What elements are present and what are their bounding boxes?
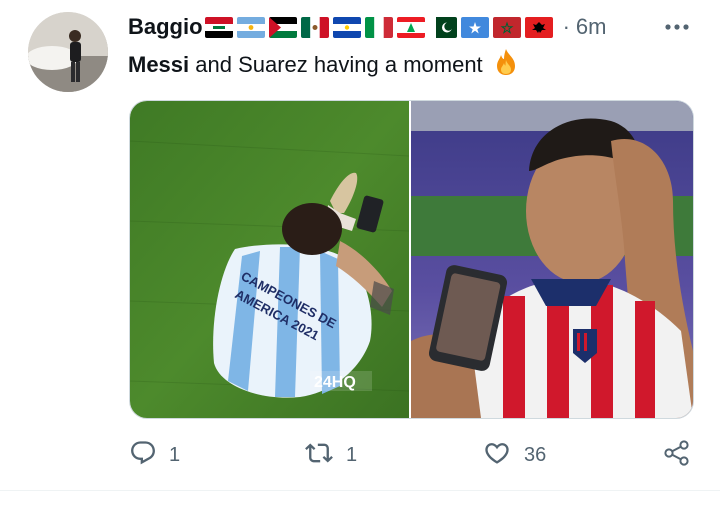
reply-button[interactable]: 1 bbox=[129, 438, 180, 472]
fire-emoji-icon bbox=[493, 48, 519, 85]
messi-on-field-photo[interactable]: CAMPEONES DE AMERICA 2021 24HQ bbox=[130, 101, 409, 418]
el-salvador-flag-icon bbox=[332, 16, 361, 38]
tweet-actions: 1 1 36 bbox=[0, 438, 720, 472]
avatar[interactable] bbox=[28, 12, 108, 92]
retweet-icon[interactable] bbox=[304, 439, 334, 472]
like-count: 36 bbox=[524, 443, 547, 466]
italy-flag-icon bbox=[364, 16, 393, 38]
albania-flag-icon bbox=[524, 16, 553, 38]
tweet-media[interactable]: CAMPEONES DE AMERICA 2021 24HQ bbox=[129, 100, 694, 419]
author-name[interactable]: Baggio bbox=[128, 14, 203, 40]
flag-emojis bbox=[204, 16, 557, 38]
pakistan-flag-icon bbox=[428, 16, 457, 38]
somalia-flag-icon bbox=[460, 16, 489, 38]
palestine-flag-icon bbox=[268, 16, 297, 38]
reply-count: 1 bbox=[169, 443, 181, 466]
lebanon-flag-icon bbox=[396, 16, 425, 38]
like-button[interactable]: 36 bbox=[482, 438, 546, 472]
tweet-text-bold: Messi bbox=[128, 52, 190, 77]
tweet-header: Baggio · 6m bbox=[128, 12, 606, 42]
share-button[interactable] bbox=[663, 438, 691, 472]
watermark: 24HQ bbox=[314, 374, 356, 391]
tweet-divider bbox=[0, 490, 720, 491]
share-icon[interactable] bbox=[663, 439, 691, 472]
tweet-time-separator: · bbox=[562, 14, 570, 39]
mexico-flag-icon bbox=[300, 16, 329, 38]
tweet-text-rest: and Suarez having a moment bbox=[189, 52, 483, 77]
more-icon[interactable] bbox=[662, 16, 692, 38]
like-icon[interactable] bbox=[482, 439, 512, 472]
retweet-count: 1 bbox=[346, 443, 358, 466]
reply-icon[interactable] bbox=[129, 439, 157, 472]
tweet-timestamp[interactable]: 6m bbox=[576, 14, 607, 40]
retweet-button[interactable]: 1 bbox=[304, 438, 357, 472]
iraq-flag-icon bbox=[204, 16, 233, 38]
argentina-flag-icon bbox=[236, 16, 265, 38]
suarez-crying-photo[interactable] bbox=[411, 101, 693, 418]
morocco-flag-icon bbox=[492, 16, 521, 38]
tweet-text: Messi and Suarez having a moment bbox=[128, 48, 519, 85]
